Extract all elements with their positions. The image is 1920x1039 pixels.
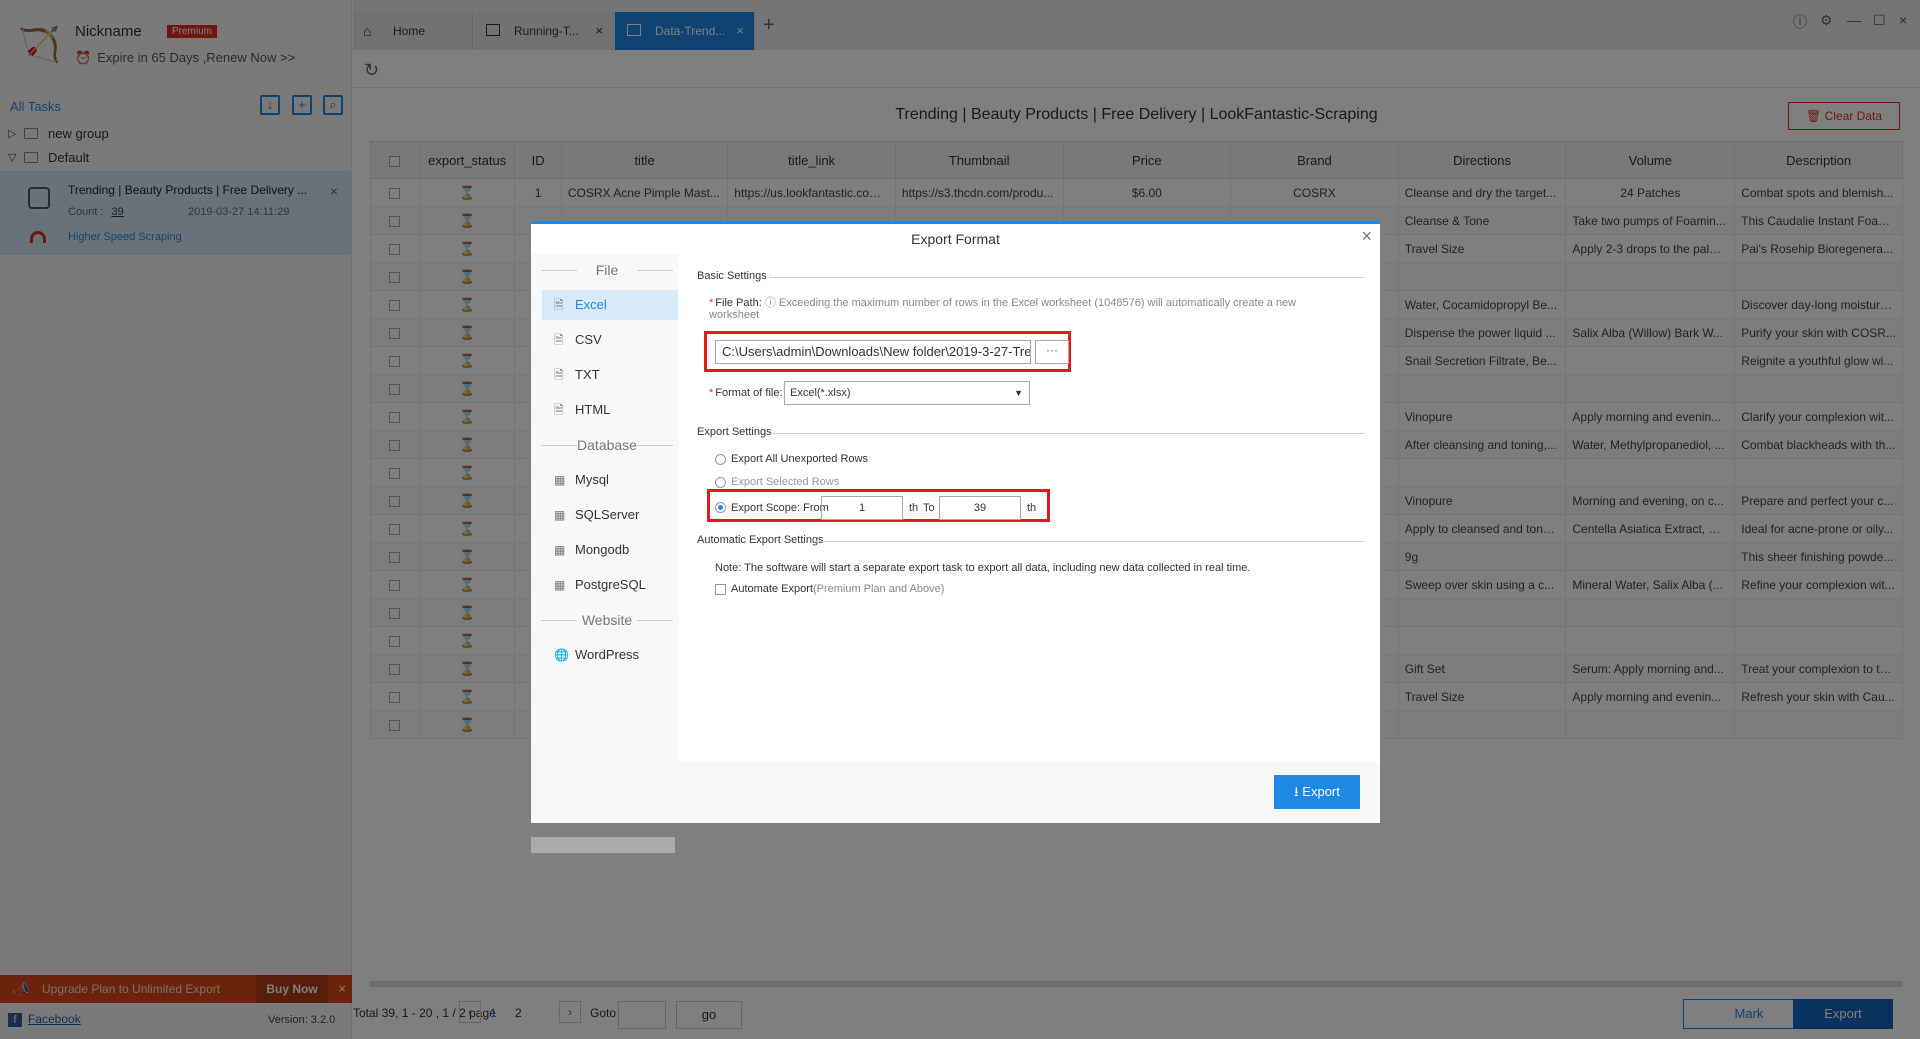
nav-excel[interactable]: 🗎 Excel [542,290,678,320]
divider [815,541,1364,542]
radio-all-unexported[interactable] [715,454,726,465]
app-window: 🏹 Nickname Premium ⏰Expire in 65 Days ,R… [0,0,1920,1039]
th-label: th [909,502,919,514]
browse-button[interactable]: ··· [1035,340,1069,364]
divider [769,433,1364,434]
nav-csv[interactable]: 🗎 CSV [542,325,678,355]
scope-from-input[interactable]: 1 [821,496,903,520]
divider [769,277,1364,278]
radio-selected-rows[interactable] [715,477,726,488]
export-icon: ⭳ [1294,784,1299,799]
nav-txt[interactable]: 🗎 TXT [542,360,678,390]
file-icon: 🗎 [554,298,564,312]
opt-scope-label[interactable]: Export Scope: From [731,502,829,514]
dialog-footer: ⭳ Export [679,762,1380,823]
automate-checkbox[interactable] [715,584,726,595]
format-select[interactable]: Excel(*.xlsx) ▼ [784,381,1030,405]
nav-postgresql[interactable]: ▦ PostgreSQL [542,570,678,600]
nav-mysql[interactable]: ▦ Mysql [542,465,678,495]
dialog-export-button[interactable]: ⭳ Export [1274,775,1360,809]
file-path-label: * File Path: ⓘ Exceeding the maximum numb… [709,297,1297,321]
close-icon[interactable]: × [1361,226,1372,247]
group-file: File [541,262,673,278]
format-label: * Format of file: [709,387,783,399]
nav-html[interactable]: 🗎 HTML [542,395,678,425]
nav-scrollbar[interactable] [531,837,675,853]
dialog-title: Export Format [911,231,1000,247]
format-nav: File 🗎 Excel 🗎 CSV 🗎 TXT 🗎 HTML Database ▦ My… [531,254,679,853]
info-icon: ⓘ [764,297,776,309]
th-label: th [1027,502,1037,514]
to-label: To [923,502,935,514]
radio-export-scope[interactable] [715,502,726,513]
export-settings-heading: Export Settings [697,426,772,438]
basic-settings-heading: Basic Settings [697,270,767,282]
file-path-input[interactable]: C:\Users\admin\Downloads\New folder\2019… [715,340,1031,364]
database-icon: ▦ [554,578,566,592]
nav-sqlserver[interactable]: ▦ SQLServer [542,500,678,530]
file-icon: 🗎 [554,403,564,417]
file-icon: 🗎 [554,368,564,382]
auto-note: Note: The software will start a separate… [715,562,1251,574]
group-website: Website [541,612,673,628]
database-icon: ▦ [554,473,566,487]
scope-to-input[interactable]: 39 [939,496,1021,520]
group-database: Database [541,437,673,453]
chevron-down-icon: ▼ [1014,388,1023,398]
settings-panel: Basic Settings * File Path: ⓘ Exceeding t… [687,260,1374,763]
export-format-dialog: Export Format × File 🗎 Excel 🗎 CSV 🗎 TXT 🗎 H… [531,221,1380,853]
automate-label[interactable]: Automate Export(Premium Plan and Above) [731,583,944,595]
nav-mongodb[interactable]: ▦ Mongodb [542,535,678,565]
database-icon: ▦ [554,543,566,557]
globe-icon: 🌐 [554,648,569,662]
file-icon: 🗎 [554,333,564,347]
opt-selected-label[interactable]: Export Selected Rows [731,476,839,488]
database-icon: ▦ [554,508,566,522]
nav-wordpress[interactable]: 🌐 WordPress [542,640,678,670]
auto-settings-heading: Automatic Export Settings [697,534,824,546]
opt-all-label[interactable]: Export All Unexported Rows [731,453,868,465]
